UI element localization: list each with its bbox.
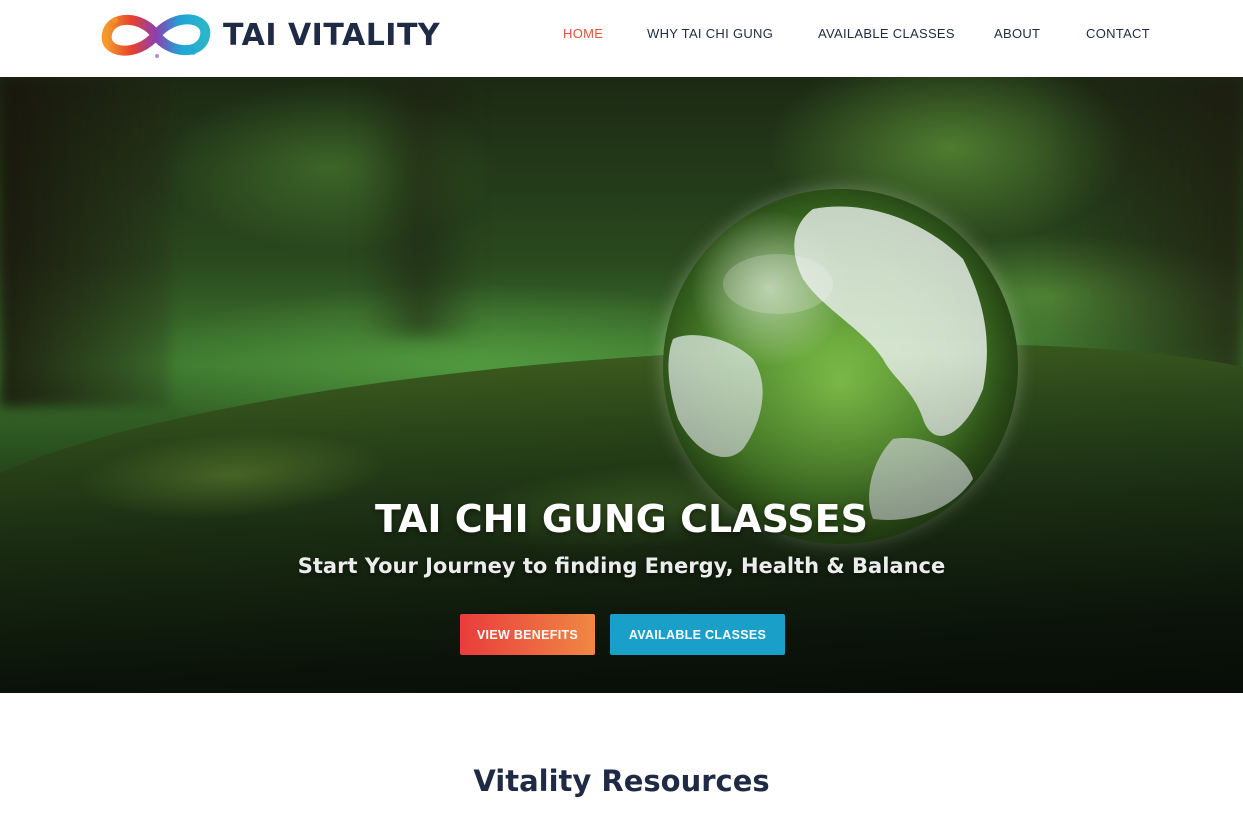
hero-banner: TAI CHI GUNG CLASSES Start Your Journey … [0,77,1243,693]
resources-heading: Vitality Resources [473,764,770,798]
nav-contact[interactable]: CONTACT [1086,26,1150,41]
main-nav: HOME WHY TAI CHI GUNG AVAILABLE CLASSES … [0,26,1243,44]
site-header: TAI VITALITY HOME WHY TAI CHI GUNG AVAIL… [0,0,1243,77]
nav-home[interactable]: HOME [563,26,603,41]
hero-title: TAI CHI GUNG CLASSES [375,497,868,541]
hero-overlay [0,77,1243,693]
nav-available-classes[interactable]: AVAILABLE CLASSES [818,26,955,41]
view-benefits-button[interactable]: VIEW BENEFITS [460,614,595,655]
nav-why-tai-chi-gung[interactable]: WHY TAI CHI GUNG [647,26,773,41]
hero-subtitle: Start Your Journey to finding Energy, He… [297,554,946,578]
nav-about[interactable]: ABOUT [994,26,1040,41]
available-classes-button[interactable]: AVAILABLE CLASSES [610,614,785,655]
